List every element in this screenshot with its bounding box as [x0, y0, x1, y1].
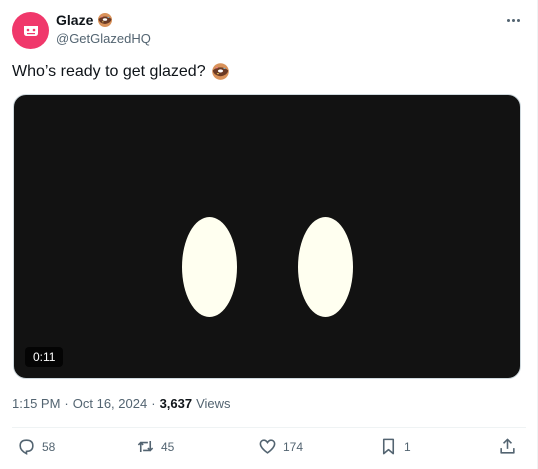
- bookmark-button[interactable]: 1: [379, 437, 411, 456]
- share-icon: [500, 438, 515, 454]
- tweet-date[interactable]: Oct 16, 2024: [73, 396, 147, 411]
- action-divider: [12, 427, 526, 428]
- views-count: 3,637: [159, 396, 193, 411]
- more-dot-icon: [512, 18, 515, 22]
- like-count: 174: [283, 439, 304, 454]
- avatar[interactable]: [12, 12, 49, 49]
- like-icon: [259, 439, 276, 454]
- video-player[interactable]: 0:11: [13, 94, 521, 379]
- video-duration-badge: 0:11: [25, 347, 64, 367]
- reply-button[interactable]: 58: [17, 437, 55, 456]
- bookmark-icon: [382, 438, 395, 455]
- meta-separator: ·: [151, 396, 156, 411]
- more-options-button[interactable]: [507, 12, 520, 28]
- tweet-card: Glaze @GetGlazedHQ Who’s ready to get gl…: [0, 0, 538, 469]
- right-eye-shape: [298, 217, 353, 317]
- bookmark-count: 1: [404, 439, 411, 454]
- action-bar: 58 45 174 1: [12, 437, 522, 461]
- reply-count: 58: [42, 439, 56, 454]
- donut-emoji-icon: [211, 63, 229, 80]
- author-name-row: Glaze: [56, 12, 113, 28]
- tweet-meta: 1:15 PM · Oct 16, 2024 · 3,637 Views: [12, 396, 231, 411]
- left-eye-shape: [182, 217, 237, 317]
- retweet-icon: [137, 440, 154, 453]
- display-name[interactable]: Glaze: [56, 12, 93, 28]
- views-label: Views: [196, 396, 231, 411]
- more-dot-icon: [507, 18, 510, 22]
- retweet-count: 45: [161, 439, 175, 454]
- more-dot-icon: [517, 18, 520, 22]
- tweet-text: Who’s ready to get glazed?: [12, 62, 230, 81]
- reply-icon: [19, 439, 34, 455]
- donut-emoji-icon: [98, 13, 113, 27]
- share-button[interactable]: [498, 437, 517, 456]
- glaze-logo-icon: [23, 25, 38, 36]
- author-handle[interactable]: @GetGlazedHQ: [56, 31, 151, 46]
- like-button[interactable]: 174: [258, 437, 303, 456]
- tweet-text-content: Who’s ready to get glazed?: [12, 62, 206, 80]
- tweet-time[interactable]: 1:15 PM: [12, 396, 60, 411]
- retweet-button[interactable]: 45: [136, 437, 174, 456]
- meta-separator: ·: [64, 396, 69, 411]
